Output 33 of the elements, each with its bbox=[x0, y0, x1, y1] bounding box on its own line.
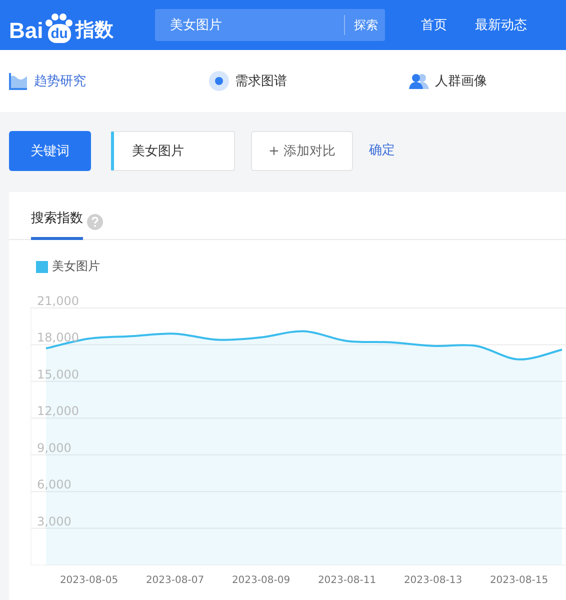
tab-label[interactable]: 人群画像 bbox=[435, 72, 487, 90]
nav-link[interactable]: 首页 bbox=[421, 16, 447, 34]
y-axis-label: 12,000 bbox=[37, 404, 79, 418]
x-axis-label: 2023-08-15 bbox=[490, 575, 548, 586]
tab-label[interactable]: 需求图谱 bbox=[235, 72, 287, 90]
y-axis-label: 21,000 bbox=[37, 294, 79, 308]
confirm-link[interactable]: 确定 bbox=[369, 141, 395, 159]
x-axis-label: 2023-08-07 bbox=[146, 575, 204, 586]
keyword-field[interactable]: 美女图片 bbox=[111, 131, 235, 171]
y-axis-label: 9,000 bbox=[37, 440, 72, 455]
add-compare-button[interactable]: + 添加对比 bbox=[251, 131, 353, 171]
x-axis-label: 2023-08-09 bbox=[232, 575, 290, 586]
y-axis-label: 3,000 bbox=[37, 514, 72, 528]
help-icon[interactable] bbox=[87, 214, 103, 230]
explore-button[interactable]: 探索 bbox=[344, 15, 385, 35]
logo-text: 指数 bbox=[75, 19, 114, 43]
y-axis-label: 6,000 bbox=[37, 478, 72, 492]
tab-label[interactable]: 趋势研究 bbox=[34, 72, 86, 90]
logo-text: Bai bbox=[9, 19, 44, 43]
paw-logo: du bbox=[44, 13, 74, 43]
keyword-button[interactable]: 关键词 bbox=[9, 131, 91, 171]
search-index-tab[interactable]: 搜索指数 bbox=[31, 205, 83, 240]
x-axis-label: 2023-08-05 bbox=[60, 575, 118, 586]
legend-label: 美女图片 bbox=[52, 258, 100, 275]
y-axis-label: 18,000 bbox=[37, 330, 79, 345]
y-axis-label: 15,000 bbox=[37, 367, 79, 382]
search-field[interactable]: 美女图片 探索 bbox=[155, 9, 385, 41]
x-axis-label: 2023-08-11 bbox=[318, 575, 376, 586]
nav-link[interactable]: 最新动态 bbox=[475, 16, 527, 34]
x-axis-label: 2023-08-13 bbox=[404, 575, 462, 586]
people-icon bbox=[409, 72, 429, 90]
area-chart-icon bbox=[9, 72, 28, 90]
target-icon bbox=[209, 71, 229, 91]
